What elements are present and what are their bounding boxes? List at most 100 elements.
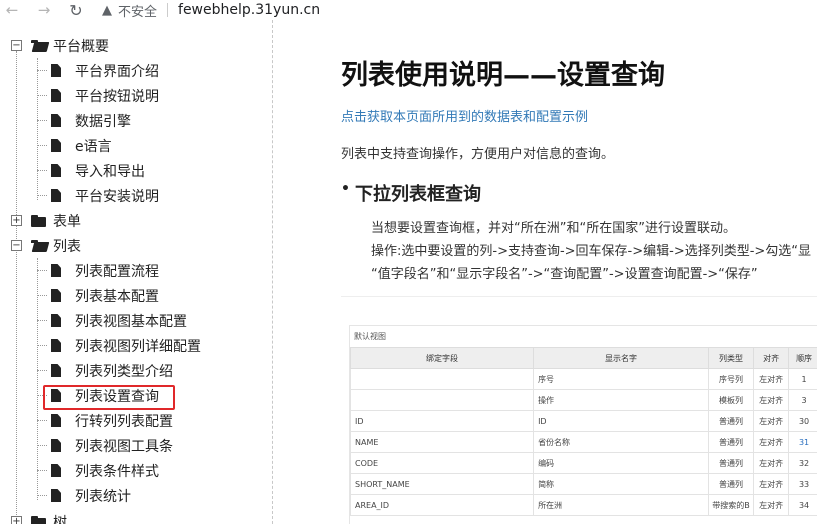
tree-group-tree[interactable]: 树 — [31, 509, 67, 524]
table-cell: 30 — [788, 410, 817, 432]
browser-toolbar: ← → ↻ ▲ 不安全 fewebhelp.31yun.cn — [0, 0, 817, 20]
expand-toggle[interactable]: + — [11, 516, 22, 524]
file-icon — [51, 164, 61, 177]
tree-item[interactable]: 列表配置流程 — [37, 258, 159, 283]
tree-item-label: 平台安装说明 — [75, 188, 159, 205]
divider — [341, 296, 817, 297]
divider — [167, 3, 169, 17]
tree-group-form[interactable]: 表单 — [31, 208, 81, 233]
table-header: 绑定字段 — [349, 347, 535, 369]
tree-item-label: 列表视图工具条 — [75, 438, 173, 455]
table-cell: 3 — [788, 389, 817, 411]
tree-item[interactable]: 列表条件样式 — [37, 458, 159, 483]
tree-group-label: 树 — [53, 514, 67, 524]
file-icon — [51, 439, 61, 452]
file-icon — [51, 114, 61, 127]
collapse-toggle[interactable]: − — [11, 240, 22, 251]
table-cell: 左对齐 — [753, 431, 790, 453]
tree-item-label: 导入和导出 — [75, 163, 145, 180]
tree-group-label: 列表 — [53, 238, 81, 255]
tree-item-label: 行转列列表配置 — [75, 413, 173, 430]
table-header: 对齐 — [753, 347, 790, 369]
table-row[interactable]: SHORT_NAME 简称 普通列 左对齐 33 — [349, 473, 817, 495]
table-header: 显示名字 — [533, 347, 709, 369]
tree-group-list[interactable]: 列表 — [31, 233, 81, 258]
table-cell — [349, 368, 535, 390]
sample-download-link[interactable]: 点击获取本页面所用到的数据表和配置示例 — [341, 106, 588, 125]
table-cell: 31 — [788, 431, 817, 453]
reload-icon[interactable]: ↻ — [64, 1, 88, 20]
folder-icon — [31, 515, 47, 524]
expand-toggle[interactable]: + — [11, 215, 22, 226]
folder-icon — [31, 214, 47, 227]
selection-highlight — [43, 385, 175, 410]
tree-item[interactable]: 数据引擎 — [37, 108, 131, 133]
tree-item[interactable]: 列表视图工具条 — [37, 433, 173, 458]
file-icon — [51, 89, 61, 102]
tree-item[interactable]: 列表统计 — [37, 483, 131, 508]
table-row[interactable]: ID ID 普通列 左对齐 30 — [349, 410, 817, 432]
tree-item-label: 列表列类型介绍 — [75, 363, 173, 380]
tree-group-platform[interactable]: 平台概要 — [31, 33, 109, 58]
forward-icon[interactable]: → — [32, 1, 56, 19]
table-cell: SHORT_NAME — [349, 473, 535, 495]
tree-item[interactable]: 列表视图列详细配置 — [37, 333, 201, 358]
tree-item[interactable]: 平台按钮说明 — [37, 83, 159, 108]
tree-item-label: e语言 — [75, 138, 112, 155]
file-icon — [51, 464, 61, 477]
tree-connector — [37, 420, 47, 421]
table-cell: 左对齐 — [753, 473, 790, 495]
tree-connector — [37, 120, 47, 121]
navigation-tree: − 平台概要 平台界面介绍 平台按钮说明 数据引擎 e语言 导入和导出 平台安装… — [0, 20, 272, 524]
tree-connector — [37, 195, 47, 196]
table-header: 列类型 — [707, 347, 755, 369]
table-cell: 33 — [788, 473, 817, 495]
tree-item[interactable]: 导入和导出 — [37, 158, 145, 183]
warning-triangle-icon[interactable]: ▲ — [102, 3, 112, 18]
back-icon[interactable]: ← — [0, 1, 24, 19]
tree-item[interactable]: 平台安装说明 — [37, 183, 159, 208]
table-cell: 所在洲 — [533, 494, 709, 516]
tree-group-label: 平台概要 — [53, 38, 109, 55]
table-row[interactable]: 序号 序号列 左对齐 1 — [349, 368, 817, 390]
table-row[interactable]: NAME 省份名称 普通列 左对齐 31 — [349, 431, 817, 453]
tree-connector — [37, 345, 47, 346]
file-icon — [51, 339, 61, 352]
table-cell: 左对齐 — [753, 389, 790, 411]
screenshot-caption: 默认视图 — [354, 332, 386, 341]
table-cell: 编码 — [533, 452, 709, 474]
example-screenshot: 默认视图 绑定字段 显示名字 列类型 对齐 顺序 序号 序号列 左对齐 1 操作 模板列… — [349, 325, 817, 524]
tree-item[interactable]: 列表基本配置 — [37, 283, 159, 308]
tree-item-label: 平台按钮说明 — [75, 88, 159, 105]
table-row[interactable]: 操作 模板列 左对齐 3 — [349, 389, 817, 411]
collapse-toggle[interactable]: − — [11, 40, 22, 51]
table-cell: 模板列 — [707, 389, 755, 411]
table-row[interactable]: CODE 编码 普通列 左对齐 32 — [349, 452, 817, 474]
tree-item[interactable]: 平台界面介绍 — [37, 58, 159, 83]
tree-item[interactable]: 列表列类型介绍 — [37, 358, 173, 383]
tree-connector — [37, 295, 47, 296]
security-label[interactable]: 不安全 — [118, 1, 157, 20]
tree-connector — [37, 370, 47, 371]
tree-item[interactable]: 行转列列表配置 — [37, 408, 173, 433]
description-line: 当想要设置查询框，并对“所在洲”和“所在国家”进行设置联动。 — [371, 221, 736, 236]
tree-item[interactable]: e语言 — [37, 133, 112, 158]
tree-connector — [37, 70, 47, 71]
table-cell: 带搜索的B — [707, 494, 755, 516]
tree-item[interactable]: 列表视图基本配置 — [37, 308, 187, 333]
tree-connector — [37, 270, 47, 271]
tree-connector — [37, 95, 47, 96]
address-bar-url[interactable]: fewebhelp.31yun.cn — [178, 2, 320, 18]
tree-item-label: 平台界面介绍 — [75, 63, 159, 80]
table-cell: 操作 — [533, 389, 709, 411]
tree-connector — [37, 445, 47, 446]
tree-item-label: 列表视图列详细配置 — [75, 338, 201, 355]
tree-connector — [37, 495, 47, 496]
table-row[interactable]: AREA_ID 所在洲 带搜索的B 左对齐 34 — [349, 494, 817, 516]
table-cell: 普通列 — [707, 431, 755, 453]
file-icon — [51, 314, 61, 327]
page-title: 列表使用说明——设置查询 — [341, 60, 665, 91]
tree-connector — [37, 170, 47, 171]
table-cell: ID — [349, 410, 535, 432]
table-cell: 左对齐 — [753, 452, 790, 474]
